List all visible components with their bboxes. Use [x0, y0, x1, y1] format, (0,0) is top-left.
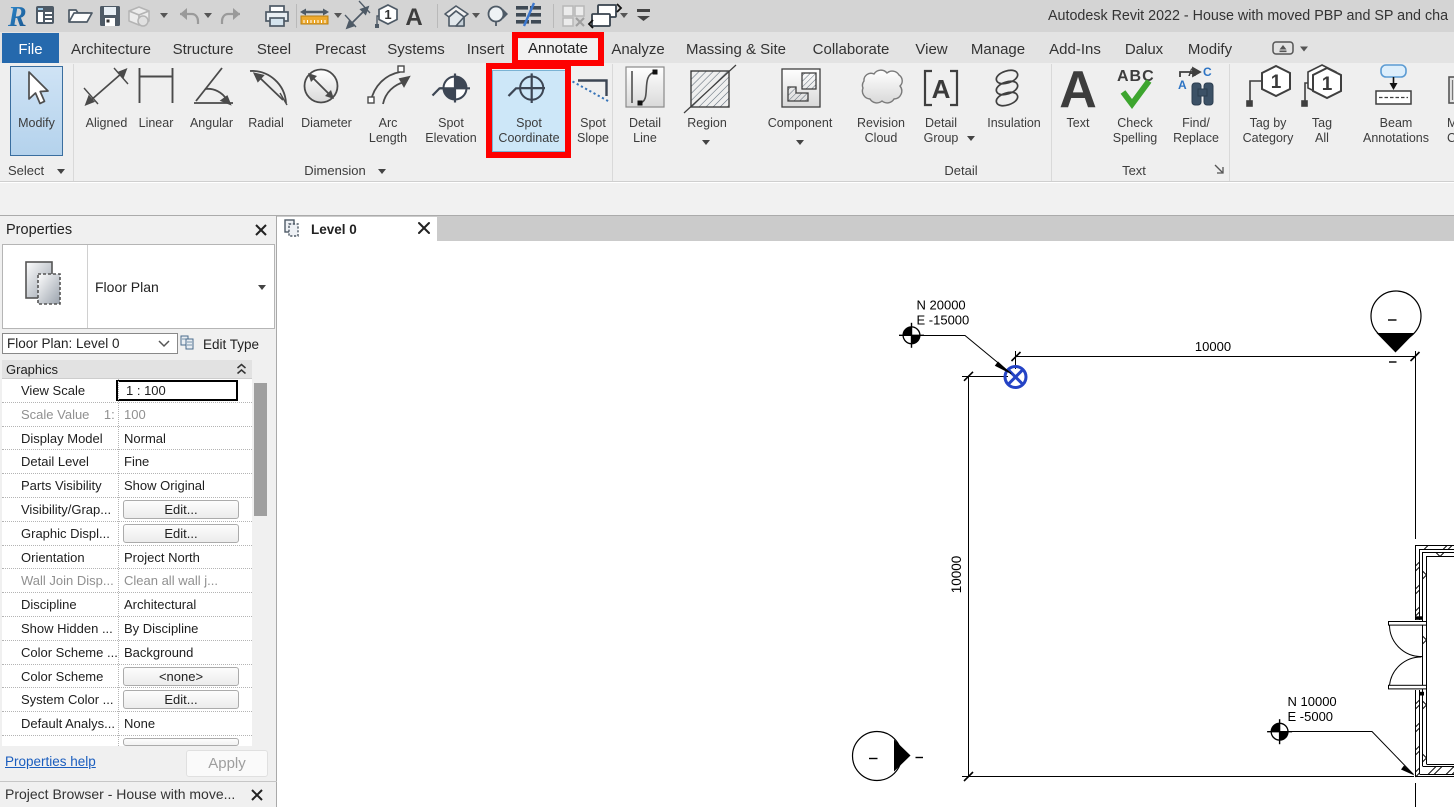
- svg-text:C: C: [1203, 65, 1212, 79]
- svg-text:A: A: [932, 74, 951, 104]
- svg-text:R: R: [7, 2, 27, 32]
- svg-text:1: 1: [384, 7, 391, 22]
- svg-text:A: A: [1178, 78, 1187, 92]
- svg-text:1: 1: [1271, 72, 1282, 93]
- svg-text:A: A: [1059, 63, 1097, 119]
- svg-text:A: A: [1188, 67, 1196, 79]
- svg-text:A: A: [405, 4, 422, 31]
- svg-text:1: 1: [1322, 74, 1333, 95]
